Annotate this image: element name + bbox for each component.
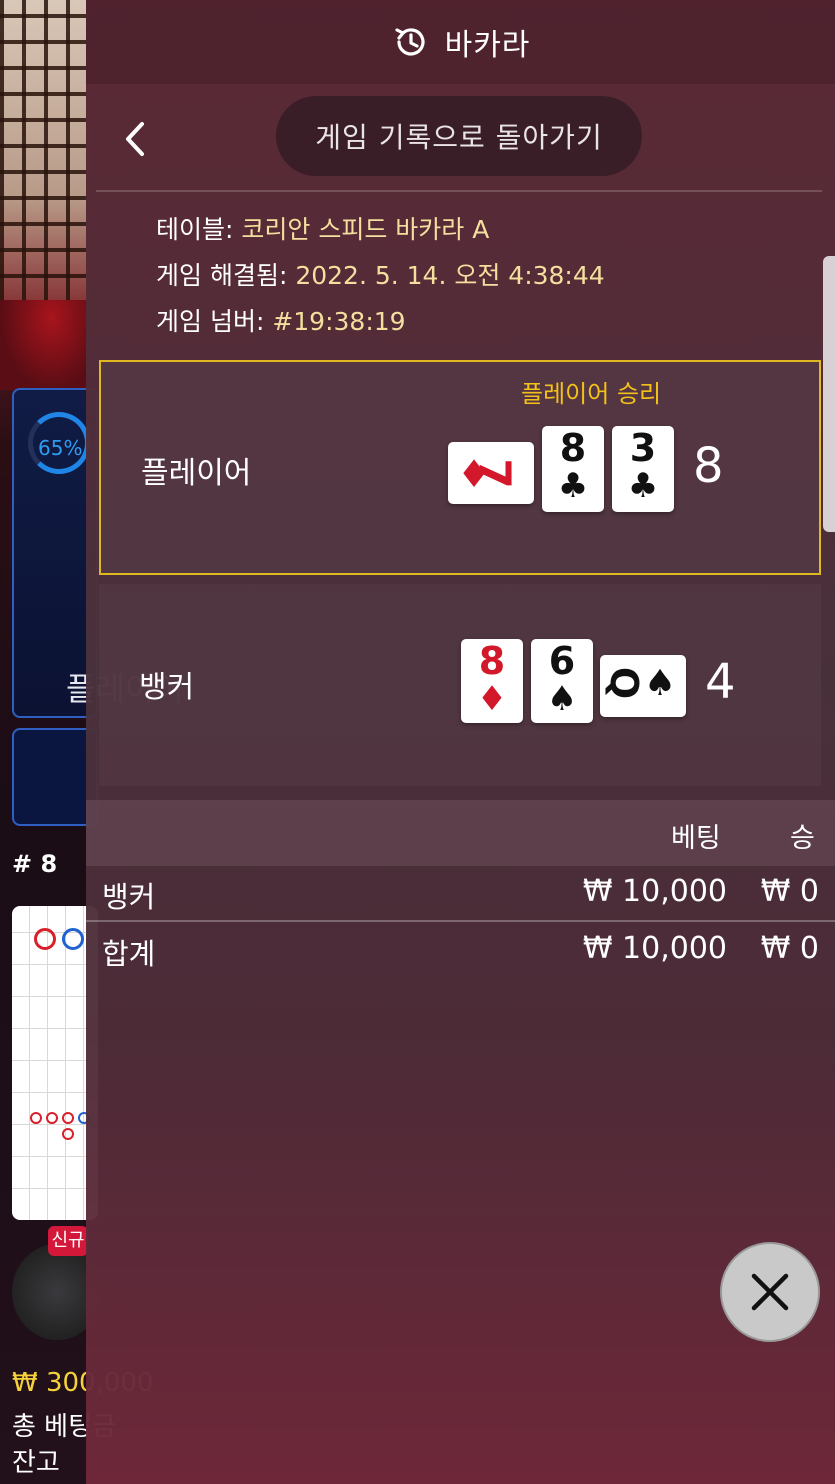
- win-amount: ₩ 0: [760, 874, 819, 909]
- game-history-detail-panel: 바카라 게임 기록으로 돌아가기 테이블: 코리안 스피드 바카라 A 게임 해…: [86, 0, 835, 1484]
- player-card-2: 8 ♣: [542, 426, 604, 512]
- background-table: [0, 300, 86, 390]
- top-bar: 바카라: [86, 0, 835, 84]
- close-icon: [751, 1273, 789, 1311]
- game-number-info: 게임 넘버: #19:38:19: [156, 306, 406, 338]
- number-value: #19:38:19: [272, 307, 406, 336]
- player-label: 플레이어: [141, 456, 252, 491]
- card-suit: ♦: [476, 679, 508, 719]
- player-result-row: 플레이어 승리 플레이어 7 ♦ 8 ♣ 3 ♣ 8: [99, 360, 821, 575]
- resolved-key: 게임 해결됨:: [156, 261, 288, 290]
- player-win-label: 플레이어 승리: [521, 380, 662, 408]
- table-info: 테이블: 코리안 스피드 바카라 A: [156, 214, 489, 246]
- chevron-left-icon: [126, 122, 144, 156]
- card-suit: ♠: [643, 663, 677, 704]
- card-rank: 8: [559, 426, 587, 470]
- background-remaining: 잔고: [12, 1448, 60, 1478]
- back-button[interactable]: [110, 112, 160, 166]
- total-label: 합계: [102, 937, 156, 971]
- road-marker: [34, 928, 56, 950]
- background-new-badge: 신규: [48, 1226, 88, 1256]
- number-key: 게임 넘버:: [156, 307, 265, 336]
- banker-score: 4: [705, 654, 736, 710]
- column-bet: 베팅: [671, 823, 721, 854]
- bet-amount: ₩ 10,000: [582, 874, 727, 909]
- banker-label: 뱅커: [139, 670, 195, 705]
- total-bet-amount: ₩ 10,000: [582, 931, 727, 966]
- player-card-1: 7 ♦: [448, 442, 534, 504]
- table-key: 테이블:: [156, 215, 234, 244]
- resolved-value: 2022. 5. 14. 오전 4:38:44: [295, 261, 605, 290]
- card-suit: ♣: [627, 466, 659, 506]
- player-card-3: 3 ♣: [612, 426, 674, 512]
- card-rank: 6: [548, 639, 576, 683]
- history-icon: [394, 28, 425, 56]
- background-round: # 8: [12, 850, 58, 878]
- card-suit: ♦: [456, 452, 492, 496]
- road-marker: [62, 928, 84, 950]
- table-value: 코리안 스피드 바카라 A: [241, 215, 490, 244]
- card-rank: 8: [478, 639, 506, 683]
- background-lattice: [0, 0, 86, 330]
- table-row: 합계 ₩ 10,000 ₩ 0: [86, 931, 835, 985]
- bet-name: 뱅커: [102, 880, 156, 914]
- divider: [96, 190, 822, 192]
- road-marker: [46, 1112, 58, 1124]
- player-score: 8: [693, 438, 724, 494]
- background-percent: 65%: [38, 436, 83, 460]
- banker-card-3: Q ♠: [600, 655, 686, 717]
- banker-card-2: 6 ♠: [531, 639, 593, 723]
- banker-card-1: 8 ♦: [461, 639, 523, 723]
- card-rank: 3: [629, 426, 657, 470]
- bets-table-header: 베팅 승: [86, 800, 835, 866]
- road-marker: [30, 1112, 42, 1124]
- column-win: 승: [790, 823, 815, 854]
- road-marker: [62, 1112, 74, 1124]
- road-marker: [62, 1128, 74, 1140]
- resolved-info: 게임 해결됨: 2022. 5. 14. 오전 4:38:44: [156, 260, 605, 292]
- total-win-amount: ₩ 0: [760, 931, 819, 966]
- close-button[interactable]: [720, 1242, 820, 1342]
- back-to-history-button[interactable]: 게임 기록으로 돌아가기: [276, 96, 642, 176]
- page-title: 바카라: [444, 28, 531, 63]
- card-suit: ♣: [557, 466, 589, 506]
- card-suit: ♠: [546, 679, 578, 719]
- divider: [86, 920, 835, 922]
- banker-result-row: 뱅커 8 ♦ 6 ♠ Q ♠ 4: [99, 584, 821, 786]
- scrollbar[interactable]: [823, 256, 835, 532]
